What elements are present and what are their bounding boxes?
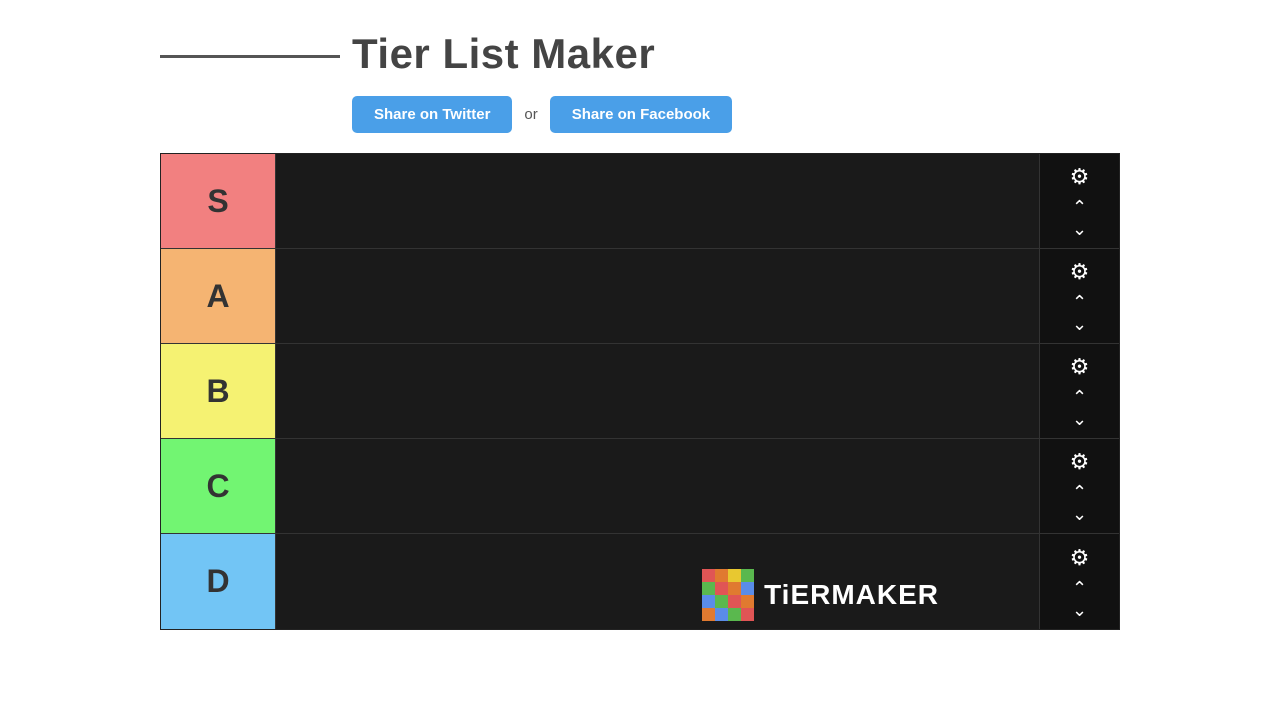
- tier-content-a[interactable]: [276, 249, 1039, 343]
- tier-label-d: D: [161, 534, 276, 629]
- gear-icon[interactable]: ⚙: [1070, 545, 1090, 571]
- logo-cell: [702, 582, 715, 595]
- logo-cell: [702, 608, 715, 621]
- share-facebook-button[interactable]: Share on Facebook: [550, 96, 732, 133]
- logo-cell: [741, 595, 754, 608]
- arrow-down-icon[interactable]: ⌄: [1072, 315, 1087, 333]
- watermark-text: TiERMAKER: [764, 579, 939, 611]
- title-row: Tier List Maker: [160, 30, 655, 78]
- page-header: Tier List Maker Share on Twitter or Shar…: [0, 0, 1280, 153]
- tier-controls-c: ⚙ ⌃ ⌄: [1039, 439, 1119, 533]
- logo-cell: [715, 608, 728, 621]
- tier-content-b[interactable]: [276, 344, 1039, 438]
- gear-icon[interactable]: ⚙: [1070, 449, 1090, 475]
- or-separator: or: [524, 106, 537, 123]
- tier-label-b: B: [161, 344, 276, 438]
- tier-label-s: S: [161, 154, 276, 248]
- arrow-up-icon[interactable]: ⌃: [1072, 293, 1087, 311]
- tier-label-a: A: [161, 249, 276, 343]
- logo-cell: [715, 569, 728, 582]
- tier-row: A ⚙ ⌃ ⌄: [161, 249, 1119, 344]
- logo-cell: [728, 582, 741, 595]
- logo-cell: [741, 569, 754, 582]
- tier-row: S ⚙ ⌃ ⌄: [161, 154, 1119, 249]
- watermark-logo: [702, 569, 754, 621]
- arrow-up-icon[interactable]: ⌃: [1072, 388, 1087, 406]
- title-underline: [160, 55, 340, 58]
- tier-content-d[interactable]: TiERMAKER: [276, 534, 1039, 629]
- arrow-down-icon[interactable]: ⌄: [1072, 410, 1087, 428]
- page-title: Tier List Maker: [352, 30, 655, 78]
- gear-icon[interactable]: ⚙: [1070, 164, 1090, 190]
- share-twitter-button[interactable]: Share on Twitter: [352, 96, 512, 133]
- tier-controls-s: ⚙ ⌃ ⌄: [1039, 154, 1119, 248]
- tier-controls-a: ⚙ ⌃ ⌄: [1039, 249, 1119, 343]
- logo-cell: [728, 595, 741, 608]
- arrow-up-icon[interactable]: ⌃: [1072, 483, 1087, 501]
- logo-cell: [741, 608, 754, 621]
- logo-cell: [728, 608, 741, 621]
- watermark: TiERMAKER: [702, 569, 939, 621]
- logo-cell: [728, 569, 741, 582]
- gear-icon[interactable]: ⚙: [1070, 354, 1090, 380]
- logo-cell: [741, 582, 754, 595]
- arrow-down-icon[interactable]: ⌄: [1072, 601, 1087, 619]
- gear-icon[interactable]: ⚙: [1070, 259, 1090, 285]
- logo-cell: [715, 582, 728, 595]
- tier-row: D TiERMAKER ⚙ ⌃ ⌄: [161, 534, 1119, 629]
- tier-label-c: C: [161, 439, 276, 533]
- tier-row: C ⚙ ⌃ ⌄: [161, 439, 1119, 534]
- arrow-up-icon[interactable]: ⌃: [1072, 579, 1087, 597]
- tier-list: S ⚙ ⌃ ⌄ A ⚙ ⌃ ⌄ B ⚙ ⌃ ⌄ C ⚙ ⌃ ⌄ D TiERMAKER ⚙ ⌃ ⌄: [160, 153, 1120, 630]
- tier-controls-d: ⚙ ⌃ ⌄: [1039, 534, 1119, 629]
- arrow-down-icon[interactable]: ⌄: [1072, 220, 1087, 238]
- tier-content-s[interactable]: [276, 154, 1039, 248]
- tier-row: B ⚙ ⌃ ⌄: [161, 344, 1119, 439]
- logo-cell: [715, 595, 728, 608]
- tier-controls-b: ⚙ ⌃ ⌄: [1039, 344, 1119, 438]
- logo-cell: [702, 569, 715, 582]
- share-row: Share on Twitter or Share on Facebook: [352, 96, 732, 133]
- arrow-up-icon[interactable]: ⌃: [1072, 198, 1087, 216]
- tier-content-c[interactable]: [276, 439, 1039, 533]
- arrow-down-icon[interactable]: ⌄: [1072, 505, 1087, 523]
- logo-cell: [702, 595, 715, 608]
